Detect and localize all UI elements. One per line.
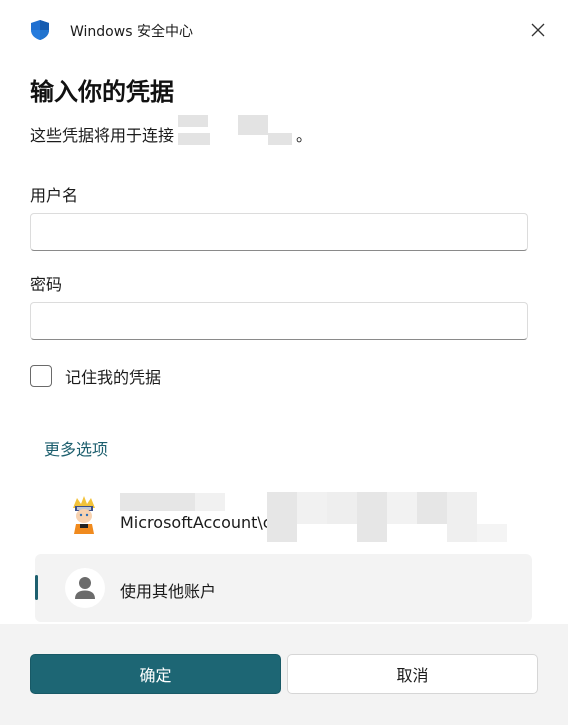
person-icon	[65, 568, 105, 608]
remember-checkbox[interactable]	[30, 365, 52, 387]
account-label-microsoft: MicrosoftAccount\c	[120, 513, 272, 532]
redacted-account-name	[120, 493, 225, 511]
title-bar: Windows 安全中心	[0, 0, 568, 60]
account-label-other: 使用其他账户	[120, 582, 217, 601]
subtext-prefix: 这些凭据将用于连接	[30, 126, 175, 145]
more-options-link[interactable]: 更多选项	[44, 436, 108, 460]
cancel-button[interactable]: 取消	[287, 654, 538, 694]
subtext-suffix: 。	[296, 126, 313, 145]
window-title: Windows 安全中心	[70, 24, 193, 40]
dialog-footer: 确定 取消	[0, 624, 568, 725]
dialog-heading: 输入你的凭据	[30, 78, 174, 106]
password-input[interactable]	[30, 302, 528, 340]
close-button[interactable]	[524, 16, 552, 44]
shield-icon	[30, 19, 50, 41]
selection-indicator	[35, 575, 38, 600]
password-label: 密码	[30, 275, 63, 294]
close-icon	[531, 23, 545, 37]
username-label: 用户名	[30, 186, 79, 205]
confirm-button[interactable]: 确定	[30, 654, 281, 694]
redacted-account-email	[267, 492, 507, 542]
remember-label: 记住我的凭据	[65, 368, 162, 387]
redacted-server-name	[176, 115, 294, 145]
dialog-subtext: 这些凭据将用于连接 。	[30, 115, 313, 146]
remember-credentials-row[interactable]: 记住我的凭据	[30, 364, 161, 388]
user-avatar-icon	[69, 494, 99, 534]
account-option-microsoft[interactable]: MicrosoftAccount\c	[35, 488, 532, 556]
username-input[interactable]	[30, 213, 528, 251]
account-option-other[interactable]: 使用其他账户	[35, 554, 532, 622]
